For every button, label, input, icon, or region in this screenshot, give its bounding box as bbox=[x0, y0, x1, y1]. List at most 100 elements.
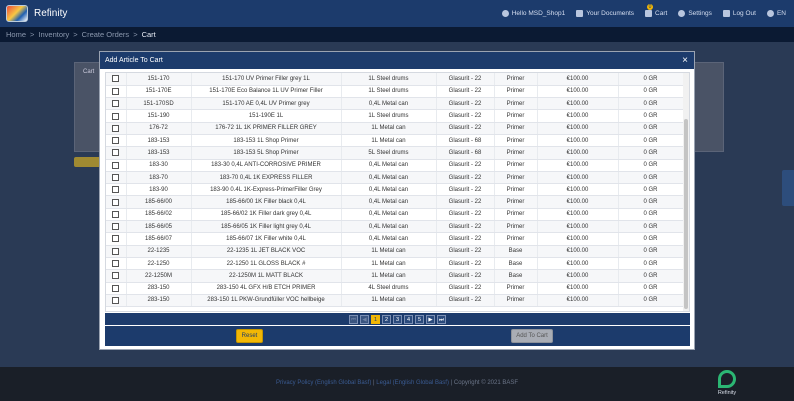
close-icon[interactable]: × bbox=[682, 55, 688, 66]
article-table-container[interactable]: 151-170 151-170 UV Primer Filler grey 1L 1… bbox=[105, 72, 690, 312]
table-row[interactable]: 183-70 183-70 0,4L 1K EXPRESS FILLER 0,4L … bbox=[106, 171, 684, 185]
row-checkbox[interactable] bbox=[112, 260, 120, 268]
breadcrumb-create-orders[interactable]: Create Orders bbox=[82, 30, 130, 39]
page-4-button[interactable]: 4 bbox=[404, 314, 413, 324]
gear-icon bbox=[678, 10, 686, 17]
table-row[interactable]: 185-66/07 185-66/07 1K Filler white 0,4L 0… bbox=[106, 232, 684, 246]
article-description-cell: 183-70 0,4L 1K EXPRESS FILLER bbox=[191, 171, 342, 185]
price-cell: €100.00 bbox=[537, 73, 619, 86]
row-checkbox[interactable] bbox=[112, 124, 120, 132]
user-greeting[interactable]: Hello MSD_Shop1 bbox=[501, 10, 565, 17]
row-checkbox[interactable] bbox=[112, 186, 120, 194]
article-code-cell: 185-66/02 bbox=[126, 208, 192, 222]
prev-page-button[interactable]: ◀ bbox=[360, 314, 369, 324]
packaging-cell: 0,4L Metal can bbox=[341, 183, 437, 197]
page-2-button[interactable]: 2 bbox=[382, 314, 391, 324]
price-cell: €100.00 bbox=[537, 269, 619, 283]
category-cell: Primer bbox=[494, 294, 538, 308]
price-cell: €100.00 bbox=[537, 245, 619, 258]
page-5-button[interactable]: 5 bbox=[415, 314, 424, 324]
page-3-button[interactable]: 3 bbox=[393, 314, 402, 324]
article-code-cell: 183-30 bbox=[126, 159, 192, 172]
settings-link[interactable]: Settings bbox=[678, 10, 712, 17]
feedback-tab[interactable] bbox=[782, 170, 794, 206]
packaging-cell: 0,4L Metal can bbox=[341, 171, 437, 185]
table-row[interactable]: 151-170E 151-170E Eco Balance 1L UV Prime… bbox=[106, 85, 684, 99]
logout-link[interactable]: Log Out bbox=[722, 10, 756, 17]
article-description-cell: 176-72 1L 1K PRIMER FILLER GREY bbox=[191, 122, 342, 135]
refinity-logo-icon[interactable] bbox=[6, 5, 28, 22]
table-row[interactable]: 185-66/00 185-66/00 1K Filler black 0,4L 0… bbox=[106, 195, 684, 209]
article-code-cell: 283-150 bbox=[126, 282, 192, 295]
row-checkbox[interactable] bbox=[112, 272, 120, 280]
article-code-cell: 22-1250 bbox=[126, 257, 192, 271]
weight-cell: 0 GR bbox=[618, 257, 684, 271]
add-to-cart-button[interactable]: Add To Cart bbox=[511, 329, 553, 343]
row-select-cell bbox=[106, 122, 127, 135]
row-checkbox[interactable] bbox=[112, 161, 120, 169]
row-checkbox[interactable] bbox=[112, 87, 120, 95]
first-page-button[interactable]: ⏮ bbox=[349, 314, 358, 324]
table-row[interactable]: 185-66/02 185-66/02 1K Filler dark grey 0… bbox=[106, 208, 684, 222]
row-checkbox[interactable] bbox=[112, 75, 120, 83]
scrollbar-thumb[interactable] bbox=[684, 119, 688, 309]
table-scrollbar[interactable] bbox=[683, 73, 689, 311]
brand-cell: Glasurit - 22 bbox=[436, 85, 495, 99]
row-checkbox[interactable] bbox=[112, 210, 120, 218]
row-checkbox[interactable] bbox=[112, 198, 120, 206]
row-checkbox[interactable] bbox=[112, 296, 120, 304]
article-description-cell: 185-66/00 1K Filler black 0,4L bbox=[191, 195, 342, 209]
breadcrumb-inventory[interactable]: Inventory bbox=[38, 30, 69, 39]
row-select-cell bbox=[106, 146, 127, 160]
row-select-cell bbox=[106, 269, 127, 283]
row-checkbox[interactable] bbox=[112, 235, 120, 243]
legal-link[interactable]: Legal (English Global Basf) bbox=[376, 380, 449, 386]
table-row[interactable]: 183-153 183-153 5L Shop Primer 5L Steel dr… bbox=[106, 146, 684, 160]
brand-cell: Glasurit - 22 bbox=[436, 294, 495, 308]
row-checkbox[interactable] bbox=[112, 223, 120, 231]
row-checkbox[interactable] bbox=[112, 100, 120, 108]
next-page-button[interactable]: ▶ bbox=[426, 314, 435, 324]
packaging-cell: 0,4L Metal can bbox=[341, 220, 437, 234]
table-row[interactable]: 22-1235 22-1235 1L JET BLACK VOC 1L Metal … bbox=[106, 245, 684, 258]
row-checkbox[interactable] bbox=[112, 284, 120, 292]
price-cell: €100.00 bbox=[537, 257, 619, 271]
row-checkbox[interactable] bbox=[112, 137, 120, 145]
table-row[interactable]: 22-1250M 22-1250M 1L MATT BLACK 1L Metal c… bbox=[106, 269, 684, 283]
row-checkbox[interactable] bbox=[112, 149, 120, 157]
refinity-mark-icon bbox=[718, 370, 736, 388]
table-row[interactable]: 283-150 283-150 4L GFX H/B ETCH PRIMER 4L … bbox=[106, 282, 684, 295]
row-checkbox[interactable] bbox=[112, 112, 120, 120]
table-row[interactable]: 151-170SD 151-170 AE 0,4L UV Primer grey 0… bbox=[106, 97, 684, 111]
folder-icon bbox=[576, 10, 584, 17]
table-row[interactable]: 176-72 176-72 1L 1K PRIMER FILLER GREY 1L … bbox=[106, 122, 684, 135]
page-1-button[interactable]: 1 bbox=[371, 314, 380, 324]
privacy-policy-link[interactable]: Privacy Policy (English Global Basf) bbox=[276, 380, 371, 386]
reset-button[interactable]: Reset bbox=[236, 329, 263, 343]
packaging-cell: 1L Metal can bbox=[341, 122, 437, 135]
table-row[interactable]: 151-170 151-170 UV Primer Filler grey 1L 1… bbox=[106, 73, 684, 86]
article-code-cell: 22-1250M bbox=[126, 269, 192, 283]
table-row[interactable]: 183-153 183-153 1L Shop Primer 1L Metal ca… bbox=[106, 134, 684, 148]
last-page-button[interactable]: ⏭ bbox=[437, 314, 446, 324]
table-row[interactable]: 183-30 183-30 0,4L ANTI-CORROSIVE PRIMER 0… bbox=[106, 159, 684, 172]
row-checkbox[interactable] bbox=[112, 247, 120, 255]
category-cell: Primer bbox=[494, 122, 538, 135]
logout-icon bbox=[722, 10, 730, 17]
price-cell: €100.00 bbox=[537, 282, 619, 295]
table-row[interactable]: 185-66/05 185-66/05 1K Filler light grey … bbox=[106, 220, 684, 234]
cart-link[interactable]: 0 Cart bbox=[645, 4, 667, 17]
brand-cell: Glasurit - 68 bbox=[436, 134, 495, 148]
price-cell: €100.00 bbox=[537, 294, 619, 308]
breadcrumb-home[interactable]: Home bbox=[6, 30, 26, 39]
table-row[interactable]: 283-150 283-150 1L PKW-Grundfüller VOC he… bbox=[106, 294, 684, 308]
row-checkbox[interactable] bbox=[112, 173, 120, 181]
table-row[interactable]: 183-90 183-90 0.4L 1K-Express-PrimerFille… bbox=[106, 183, 684, 197]
packaging-cell: 1L Steel drums bbox=[341, 85, 437, 99]
row-select-cell bbox=[106, 97, 127, 111]
table-row[interactable]: 22-1250 22-1250 1L GLOSS BLACK #1L Metal … bbox=[106, 257, 684, 271]
article-description-cell: 183-153 1L Shop Primer bbox=[191, 134, 342, 148]
language-selector[interactable]: EN bbox=[766, 10, 786, 17]
documents-link[interactable]: Your Documents bbox=[576, 10, 634, 17]
table-row[interactable]: 151-190 151-190E 1L 1L Steel drums Glasurit… bbox=[106, 109, 684, 123]
